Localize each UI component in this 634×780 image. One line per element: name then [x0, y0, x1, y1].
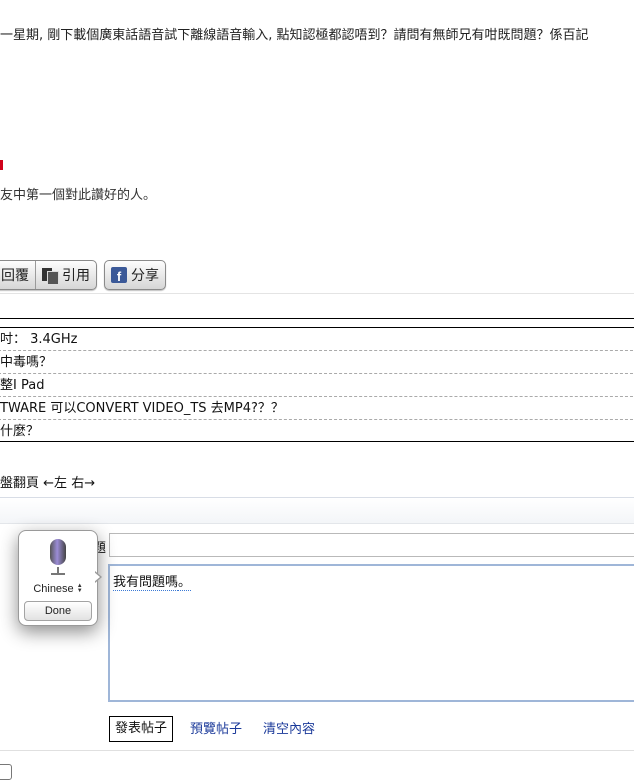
- quote-button[interactable]: 引用: [35, 261, 96, 289]
- list-item[interactable]: 整I Pad: [0, 375, 634, 397]
- share-button[interactable]: f 分享: [104, 260, 166, 290]
- list-item[interactable]: TWARE 可以CONVERT VIDEO_TS 去MP4?？？: [0, 398, 634, 420]
- dictation-language-select[interactable]: Chinese ▲ ▼: [19, 583, 97, 595]
- list-item[interactable]: 什麼？: [0, 421, 634, 443]
- dictation-popover: Chinese ▲ ▼ Done: [18, 530, 98, 626]
- quote-label: 引用: [62, 268, 90, 284]
- content-editor[interactable]: 我有問題嗎。: [108, 564, 634, 702]
- facebook-icon: f: [111, 267, 127, 283]
- share-label: 分享: [131, 268, 159, 284]
- red-marker: [0, 160, 3, 170]
- quote-icon: [42, 267, 59, 285]
- list-item-text: TWARE 可以CONVERT VIDEO_TS 去MP4?？？: [0, 401, 284, 416]
- subject-input[interactable]: [109, 533, 634, 557]
- footer-checkbox[interactable]: [0, 764, 12, 780]
- divider: [0, 750, 634, 751]
- list-item-text: 整I Pad: [0, 378, 45, 393]
- dictation-done-button[interactable]: Done: [24, 601, 92, 621]
- pager-right-link[interactable]: 右→: [71, 476, 95, 491]
- submit-post-button[interactable]: 發表帖子: [109, 716, 174, 742]
- post-action-group: 回覆 引用: [0, 260, 97, 290]
- updown-icon: ▲ ▼: [76, 583, 83, 595]
- preview-post-link[interactable]: 預覽帖子: [190, 718, 242, 737]
- like-status-text: 友中第一個對此讚好的人。: [0, 188, 157, 203]
- dictation-language: Chinese: [33, 583, 74, 595]
- pager-label: 盤翻頁: [0, 476, 40, 491]
- reply-button[interactable]: 回覆: [0, 261, 35, 289]
- related-threads-list: 吋： 3.4GHz 中毒嗎？ 整I Pad TWARE 可以CONVERT VI…: [0, 318, 634, 442]
- divider: [0, 293, 634, 294]
- pager-left-link[interactable]: ←左: [43, 476, 67, 491]
- reply-label: 回覆: [1, 268, 29, 284]
- microphone-icon: [47, 539, 69, 575]
- popover-pointer-inner: [94, 572, 100, 582]
- list-item[interactable]: 中毒嗎？: [0, 352, 634, 374]
- keyboard-pager: 盤翻頁 ←左 右→: [0, 472, 95, 491]
- list-item[interactable]: 吋： 3.4GHz: [0, 329, 634, 351]
- list-top-rule: [0, 327, 634, 328]
- list-item-text: 中毒嗎？: [0, 355, 53, 370]
- form-header-band: [0, 498, 634, 524]
- content-text: 我有問題嗎: [113, 575, 179, 591]
- clear-content-link[interactable]: 清空內容: [263, 718, 315, 737]
- post-body-text: 一星期, 剛下載個廣東話語音試下離線語音輸入, 點知認極都認唔到？請問有無師兄有…: [0, 28, 589, 43]
- list-item-text: 什麼？: [0, 424, 40, 439]
- divider: [0, 523, 634, 524]
- list-item-text: 吋： 3.4GHz: [0, 332, 78, 347]
- content-punctuation: 。: [178, 575, 192, 591]
